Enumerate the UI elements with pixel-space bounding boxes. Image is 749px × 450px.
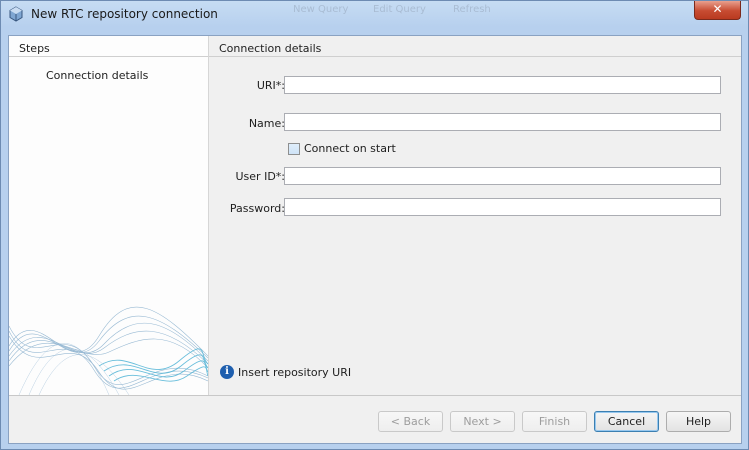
divider (209, 56, 741, 57)
close-icon: ✕ (712, 2, 723, 16)
next-button[interactable]: Next > (450, 411, 515, 432)
divider (9, 56, 208, 57)
connect-on-start-label[interactable]: Connect on start (304, 142, 396, 155)
ghost-toolbar-item: Refresh (453, 4, 491, 15)
dialog-content: Steps Connection details Connection deta… (8, 35, 742, 444)
password-input[interactable] (284, 198, 721, 216)
step-item-connection-details: Connection details (46, 69, 149, 82)
dialog-window: New RTC repository connection New Query … (0, 0, 749, 450)
info-icon: i (220, 365, 234, 379)
decorative-waves-image (9, 306, 208, 395)
uri-label: URI*: (256, 79, 285, 92)
steps-heading: Steps (19, 42, 50, 55)
password-label: Password: (229, 202, 285, 215)
finish-button[interactable]: Finish (522, 411, 587, 432)
cube-icon (9, 6, 23, 22)
name-label: Name: (248, 117, 285, 130)
window-title: New RTC repository connection (31, 7, 218, 21)
cancel-button[interactable]: Cancel (594, 411, 659, 432)
connect-on-start-checkbox[interactable] (288, 143, 300, 155)
name-input[interactable] (284, 113, 721, 131)
divider (9, 395, 741, 396)
title-bar[interactable]: New RTC repository connection New Query … (1, 1, 748, 28)
steps-panel: Steps Connection details (9, 36, 209, 395)
ghost-toolbar-item: New Query (293, 4, 349, 15)
info-message: Insert repository URI (238, 366, 352, 379)
close-button[interactable]: ✕ (694, 1, 741, 20)
userid-label: User ID*: (235, 170, 286, 183)
back-button[interactable]: < Back (378, 411, 443, 432)
ghost-toolbar-item: Edit Query (373, 4, 426, 15)
help-button[interactable]: Help (666, 411, 731, 432)
uri-input[interactable] (284, 76, 721, 94)
userid-input[interactable] (284, 167, 721, 185)
panel-heading: Connection details (219, 42, 322, 55)
